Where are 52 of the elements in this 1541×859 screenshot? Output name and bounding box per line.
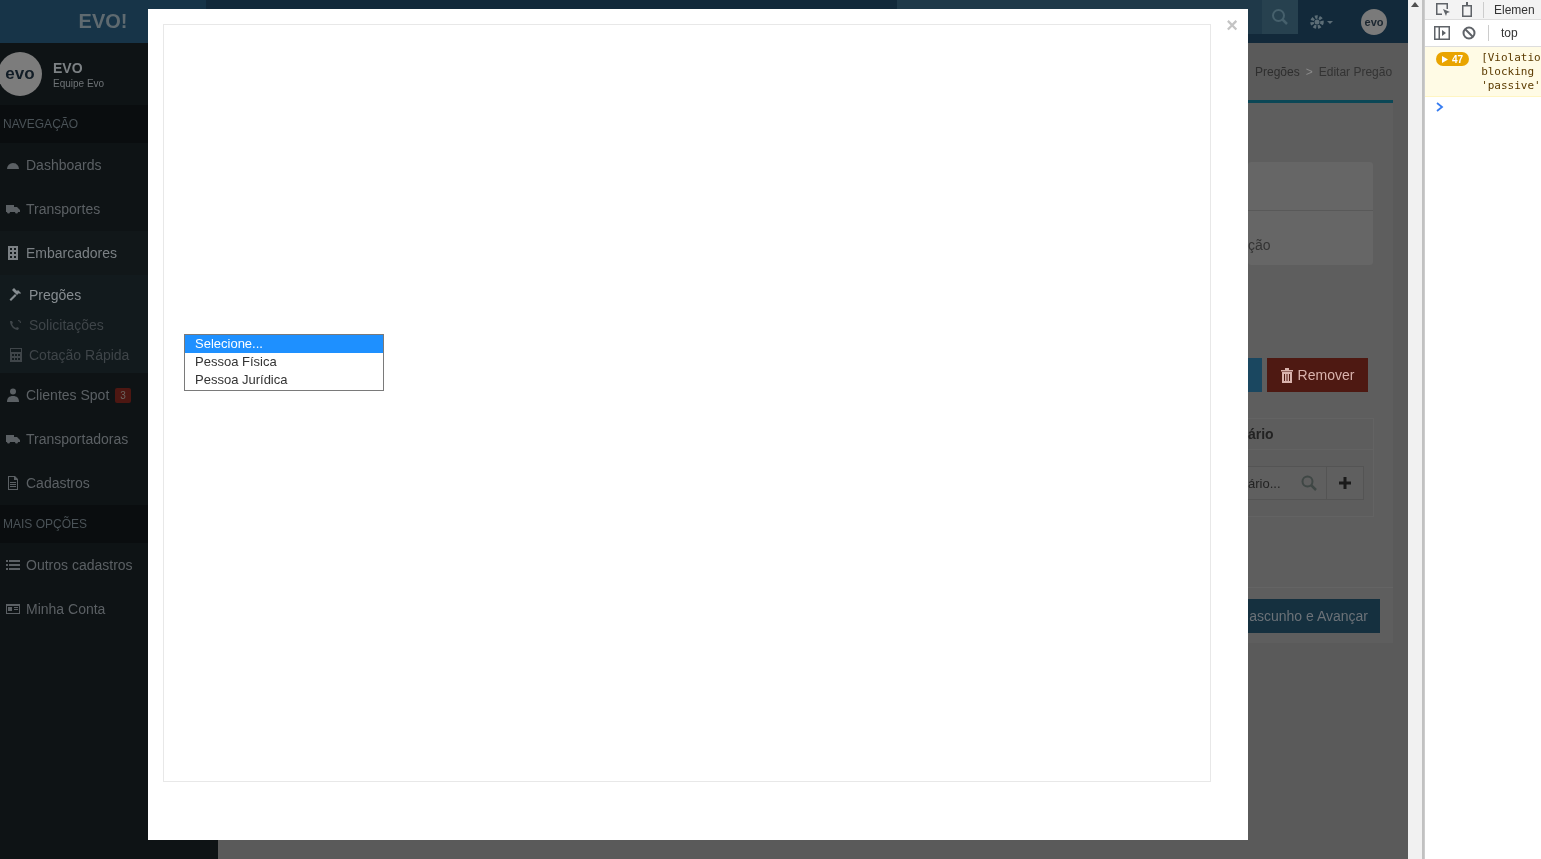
truck-icon: [6, 432, 20, 446]
calculator-icon: [9, 348, 23, 362]
listbox-option[interactable]: Pessoa Física: [185, 353, 383, 371]
truck-icon: [6, 202, 20, 216]
app-logo[interactable]: EVO!: [78, 10, 128, 33]
add-button[interactable]: [1327, 466, 1364, 500]
select-listbox[interactable]: Selecione... Pessoa Física Pessoa Jurídica: [184, 334, 384, 391]
sidebar-item[interactable]: Cadastros: [0, 461, 218, 505]
listbox-option[interactable]: Selecione...: [185, 335, 383, 353]
phone-icon: [9, 318, 23, 332]
console-message-line: blocking: [1481, 65, 1536, 79]
sidebar-toggle-icon[interactable]: [1434, 26, 1450, 40]
building-icon: [6, 246, 20, 260]
message-count-badge[interactable]: 47: [1436, 52, 1470, 66]
remove-button[interactable]: Remover: [1267, 358, 1368, 392]
scrollbar[interactable]: [1408, 0, 1424, 859]
settings-icon: [1308, 12, 1334, 31]
save-draft-button[interactable]: ascunho e Avançar: [1248, 598, 1380, 633]
search-field[interactable]: ário...: [1248, 466, 1327, 500]
user-avatar: evo: [0, 52, 42, 96]
breadcrumb-separator: >: [1305, 64, 1313, 79]
context-selector[interactable]: top: [1501, 26, 1518, 40]
expand-triangle-icon: [1442, 55, 1448, 63]
sidebar-item[interactable]: Minha Conta: [0, 587, 218, 631]
sidebar-item[interactable]: Dashboards: [0, 143, 218, 187]
console-prompt-icon[interactable]: [1436, 102, 1444, 112]
settings-button[interactable]: [1308, 12, 1334, 31]
sidebar-item[interactable]: Transportadoras: [0, 417, 218, 461]
plus-icon: [1339, 477, 1351, 489]
count-badge: 3: [115, 387, 131, 403]
user-name: EVO: [53, 59, 84, 76]
submenu-item[interactable]: Pregões: [0, 280, 218, 310]
console-message-line: [Violatio: [1481, 51, 1541, 65]
gavel-icon: [9, 288, 23, 302]
listbox-option[interactable]: Pessoa Jurídica: [185, 371, 383, 389]
document-icon: [6, 476, 20, 490]
trash-icon: [1280, 367, 1293, 383]
console-message-line: 'passive': [1481, 79, 1541, 93]
search-icon: [1301, 475, 1317, 491]
user-icon: [6, 388, 20, 402]
clear-console-icon[interactable]: [1462, 26, 1476, 40]
user-avatar[interactable]: evo: [1361, 8, 1387, 35]
scroll-up-icon[interactable]: [1411, 1, 1419, 7]
list-icon: [6, 558, 20, 572]
search-icon: [1271, 8, 1289, 26]
device-icon[interactable]: [1461, 1, 1473, 18]
sidebar-item[interactable]: Outros cadastros: [0, 543, 218, 587]
close-button[interactable]: ×: [1226, 14, 1238, 37]
inspect-icon[interactable]: [1435, 1, 1451, 18]
user-team: Equipe Evo: [53, 77, 105, 89]
id-card-icon: [6, 602, 20, 616]
sidebar-item[interactable]: Transportes: [0, 187, 218, 231]
